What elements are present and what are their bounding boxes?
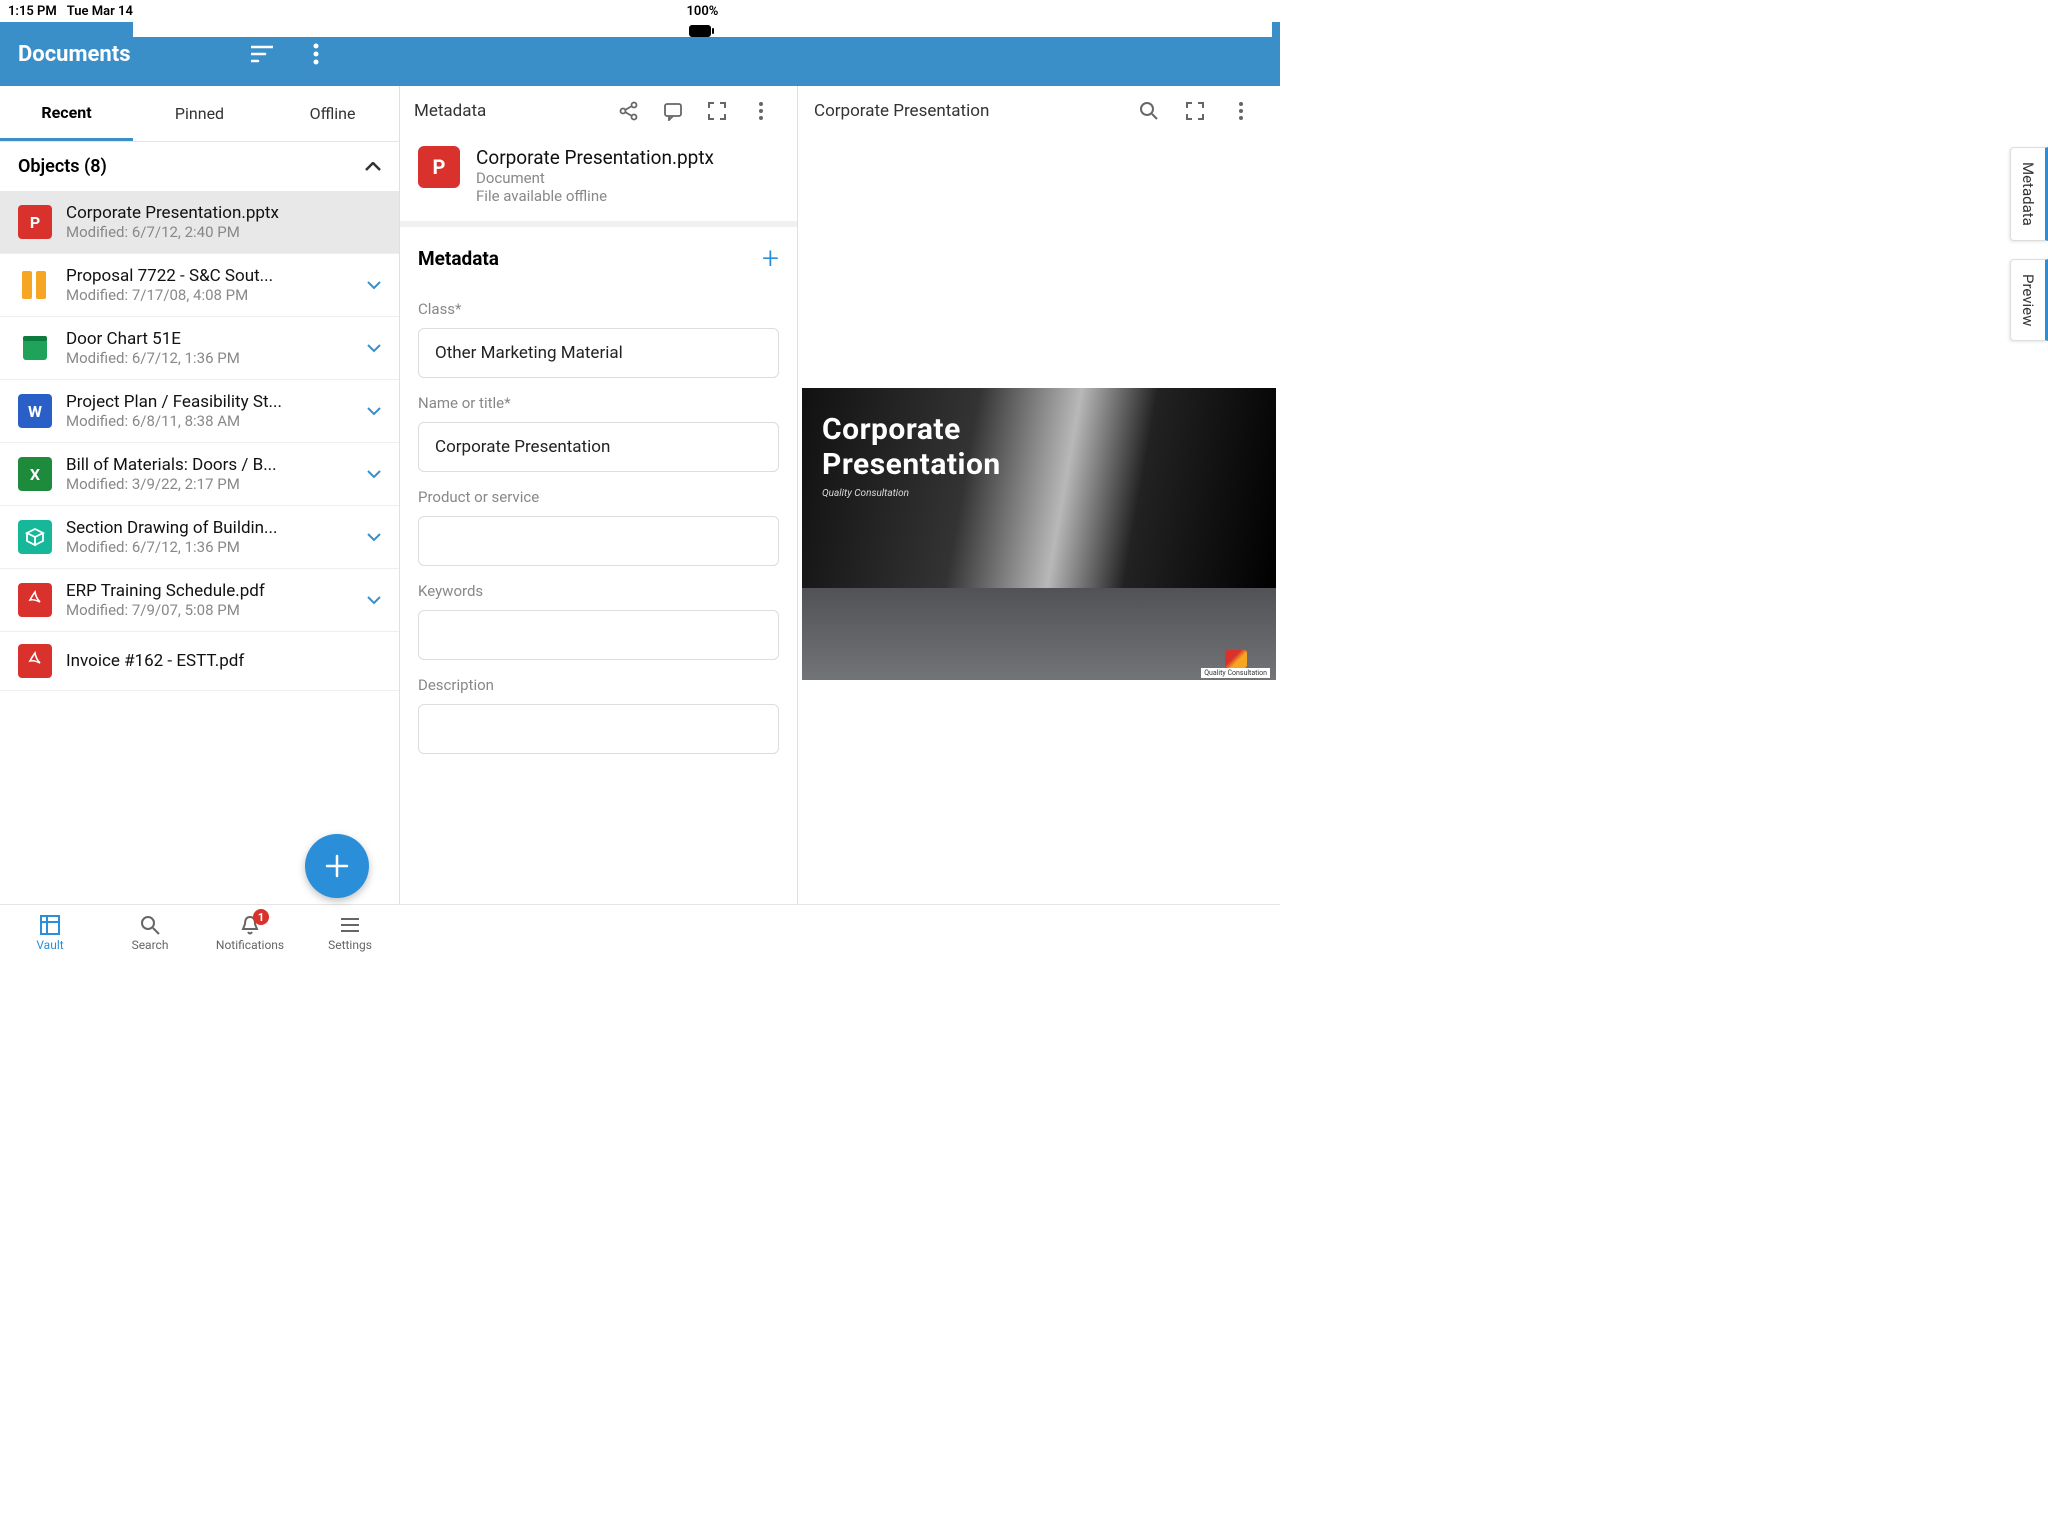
share-icon[interactable] bbox=[607, 101, 651, 121]
slide1-title-line1: Corporate bbox=[822, 412, 1256, 447]
field-keywords-input[interactable] bbox=[418, 610, 779, 660]
item-name: ERP Training Schedule.pdf bbox=[66, 581, 349, 601]
list-item[interactable]: XBill of Materials: Doors / B...Modified… bbox=[0, 443, 399, 506]
field-keywords-label: Keywords bbox=[418, 582, 779, 600]
document-list-panel: Recent Pinned Offline Objects (8) PCorpo… bbox=[0, 86, 400, 904]
collapse-icon[interactable] bbox=[365, 162, 381, 172]
item-name: Invoice #162 - ESTT.pdf bbox=[66, 651, 349, 671]
tab-pinned[interactable]: Pinned bbox=[133, 86, 266, 141]
field-name-input[interactable] bbox=[418, 422, 779, 472]
company-logo-icon bbox=[1225, 650, 1247, 668]
search-nav-icon bbox=[139, 913, 161, 937]
item-name: Section Drawing of Buildin... bbox=[66, 518, 349, 538]
field-class-input[interactable] bbox=[418, 328, 779, 378]
tab-offline[interactable]: Offline bbox=[266, 86, 399, 141]
nav-search[interactable]: Search bbox=[100, 905, 200, 960]
chevron-down-icon[interactable] bbox=[363, 344, 385, 353]
search-icon[interactable] bbox=[1126, 101, 1172, 121]
slide1-subtitle: Quality Consultation bbox=[822, 488, 1256, 499]
add-metadata-button[interactable]: + bbox=[762, 241, 779, 276]
chevron-down-icon[interactable] bbox=[363, 596, 385, 605]
fullscreen-preview-icon[interactable] bbox=[1172, 101, 1218, 121]
nav-settings[interactable]: Settings bbox=[300, 905, 400, 960]
item-subtitle: Modified: 7/17/08, 4:08 PM bbox=[66, 286, 349, 304]
file-type-label: Document bbox=[476, 169, 714, 187]
sidetab-metadata[interactable]: Metadata bbox=[2010, 147, 2048, 241]
sort-icon[interactable] bbox=[251, 45, 273, 63]
chevron-down-icon[interactable] bbox=[363, 407, 385, 416]
list-item[interactable]: ERP Training Schedule.pdfModified: 7/9/0… bbox=[0, 569, 399, 632]
item-subtitle: Modified: 6/7/12, 2:40 PM bbox=[66, 223, 349, 241]
field-product-label: Product or service bbox=[418, 488, 779, 506]
preview-slide-2: Quality Consultation bbox=[802, 588, 1276, 680]
list-item[interactable]: WProject Plan / Feasibility St...Modifie… bbox=[0, 380, 399, 443]
chevron-down-icon[interactable] bbox=[363, 281, 385, 290]
item-subtitle: Modified: 3/9/22, 2:17 PM bbox=[66, 475, 349, 493]
list-item[interactable]: Proposal 7722 - S&C Sout...Modified: 7/1… bbox=[0, 254, 399, 317]
sidetab-preview[interactable]: Preview bbox=[2010, 259, 2048, 341]
list-item[interactable]: Invoice #162 - ESTT.pdf bbox=[0, 632, 399, 691]
section-objects-label: Objects (8) bbox=[18, 156, 107, 177]
chevron-down-icon[interactable] bbox=[363, 533, 385, 542]
status-time: 1:15 PM bbox=[8, 4, 57, 19]
comment-icon[interactable] bbox=[651, 101, 695, 121]
bottom-nav: Vault Search 1 Notifications Settings bbox=[0, 904, 1280, 960]
chevron-down-icon[interactable] bbox=[363, 470, 385, 479]
preview-title: Corporate Presentation bbox=[814, 101, 989, 121]
item-name: Door Chart 51E bbox=[66, 329, 349, 349]
menu-icon bbox=[339, 913, 361, 937]
list-item[interactable]: Section Drawing of Buildin...Modified: 6… bbox=[0, 506, 399, 569]
file-type-icon: P bbox=[418, 146, 460, 188]
item-name: Proposal 7722 - S&C Sout... bbox=[66, 266, 349, 286]
nav-settings-label: Settings bbox=[328, 938, 372, 952]
status-date: Tue Mar 14 bbox=[67, 4, 133, 19]
field-description-label: Description bbox=[418, 676, 779, 694]
more-icon[interactable] bbox=[739, 101, 783, 121]
add-fab-button[interactable] bbox=[305, 834, 369, 898]
nav-vault[interactable]: Vault bbox=[0, 905, 100, 960]
metadata-panel: Metadata P Corporate Presentation.pptx D… bbox=[400, 86, 798, 904]
more-preview-icon[interactable] bbox=[1218, 101, 1264, 121]
file-status-label: File available offline bbox=[476, 187, 714, 205]
vault-icon bbox=[39, 913, 61, 937]
item-subtitle: Modified: 6/7/12, 1:36 PM bbox=[66, 538, 349, 556]
item-subtitle: Modified: 6/7/12, 1:36 PM bbox=[66, 349, 349, 367]
battery-icon bbox=[689, 25, 715, 37]
field-description-input[interactable] bbox=[418, 704, 779, 754]
nav-search-label: Search bbox=[132, 938, 169, 952]
list-item[interactable]: Door Chart 51EModified: 6/7/12, 1:36 PM bbox=[0, 317, 399, 380]
field-class-label: Class* bbox=[418, 300, 779, 318]
item-subtitle: Modified: 7/9/07, 5:08 PM bbox=[66, 601, 349, 619]
nav-notifications[interactable]: 1 Notifications bbox=[200, 905, 300, 960]
list-item[interactable]: PCorporate Presentation.pptxModified: 6/… bbox=[0, 191, 399, 254]
battery-percent: 100% bbox=[687, 4, 719, 19]
metadata-header-label: Metadata bbox=[414, 101, 486, 121]
slide2-badge-text: Quality Consultation bbox=[1201, 668, 1270, 678]
status-bar: 1:15 PM Tue Mar 14 100% bbox=[0, 0, 1280, 22]
fullscreen-icon[interactable] bbox=[695, 101, 739, 121]
nav-notifications-label: Notifications bbox=[216, 938, 284, 952]
preview-panel: Corporate Presentation Corporate Present… bbox=[798, 86, 1280, 904]
bell-icon: 1 bbox=[239, 913, 261, 937]
field-product-input[interactable] bbox=[418, 516, 779, 566]
metadata-section-title: Metadata bbox=[418, 247, 499, 270]
notification-badge: 1 bbox=[253, 909, 269, 925]
item-name: Corporate Presentation.pptx bbox=[66, 203, 349, 223]
item-name: Project Plan / Feasibility St... bbox=[66, 392, 349, 412]
more-vert-icon[interactable] bbox=[313, 43, 319, 65]
item-subtitle: Modified: 6/8/11, 8:38 AM bbox=[66, 412, 349, 430]
item-name: Bill of Materials: Doors / B... bbox=[66, 455, 349, 475]
slide1-title-line2: Presentation bbox=[822, 447, 1256, 482]
tab-recent[interactable]: Recent bbox=[0, 86, 133, 141]
field-name-label: Name or title* bbox=[418, 394, 779, 412]
file-title: Corporate Presentation.pptx bbox=[476, 146, 714, 169]
page-title: Documents bbox=[18, 42, 131, 67]
preview-slide-1: Corporate Presentation Quality Consultat… bbox=[802, 388, 1276, 588]
nav-vault-label: Vault bbox=[36, 938, 63, 952]
